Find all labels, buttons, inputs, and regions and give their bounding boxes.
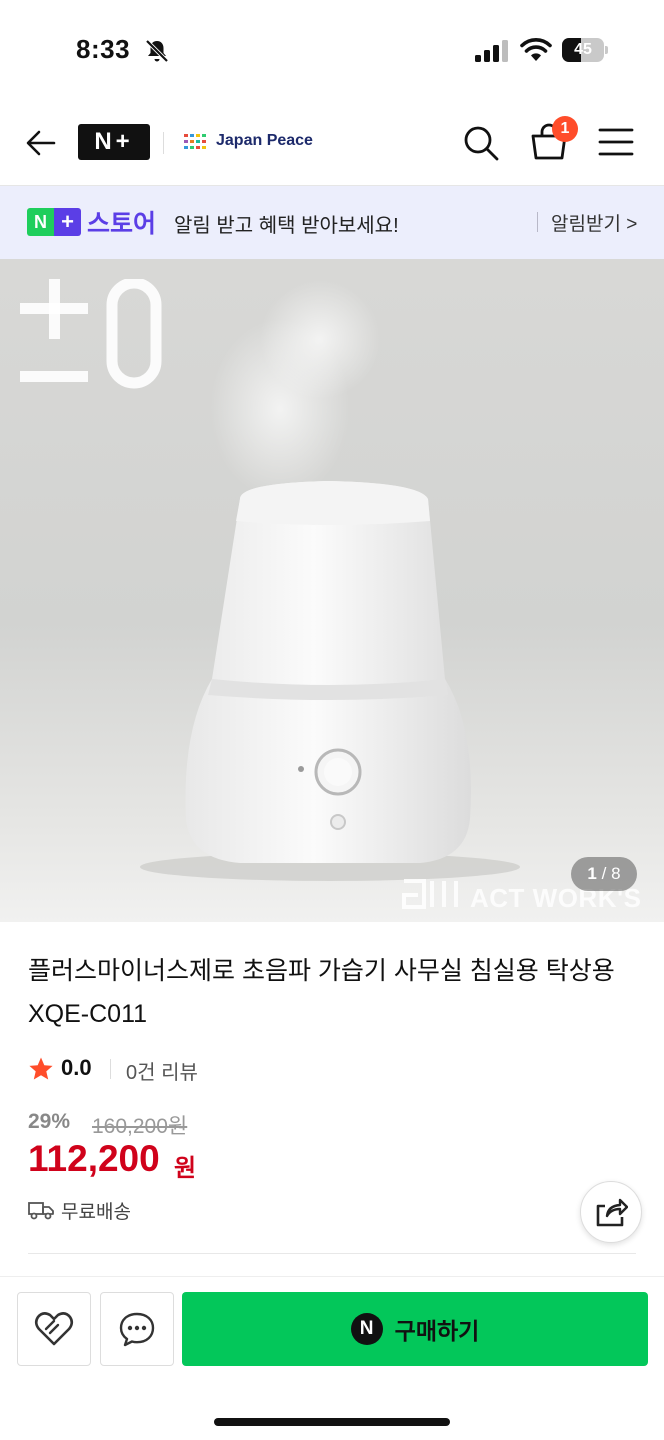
naver-pay-icon: N [350,1313,383,1345]
buy-now-label: 구매하기 [394,1318,480,1344]
menu-icon[interactable] [598,126,634,158]
product-title: 플러스마이너스제로 초음파 가습기 사무실 침실용 탁상용 XQE-C011 [28,957,615,1028]
product-image-gallery[interactable]: ACT WORK'S 1 / 8 [0,259,664,922]
chat-bubble-icon [119,1312,155,1347]
battery-indicator: 45 [562,38,608,62]
top-navigation: N+ Japan Peace 1 [0,100,664,186]
banner-divider [537,212,538,232]
notification-banner[interactable]: N + 스토어 알림 받고 혜택 받아보세요! 알림받기 > [0,186,664,259]
image-counter-total: 8 [611,864,621,883]
subscribe-alert-link[interactable]: 알림받기 > [551,209,637,236]
status-time: 8:33 [76,34,131,64]
heart-outline-icon [34,1312,74,1346]
shipping-info: 무료배송 [61,1202,131,1223]
sale-price: 112,200 [28,1138,160,1179]
share-button[interactable] [580,1181,642,1243]
bottom-action-bar: N 구매하기 [0,1276,664,1440]
banner-nplus-logo: N + [27,208,81,236]
status-bar: 8:33 45 [0,0,664,100]
cellular-signal-icon [475,40,508,62]
store-logo-icon [184,134,206,149]
header-divider [163,132,164,154]
share-icon [596,1198,628,1227]
search-icon[interactable] [462,124,500,162]
bell-muted-icon [145,39,169,63]
original-price: 160,200원 [92,1115,188,1138]
price-unit: 원 [174,1155,197,1182]
naver-plus-logo-text: N+ [94,128,134,155]
rating-value: 0.0 [61,1055,92,1080]
image-counter-separator: / [601,864,607,883]
banner-logo-n: N [27,208,54,236]
banner-store-label: 스토어 [87,210,157,238]
delivery-truck-icon [28,1202,54,1220]
wishlist-button[interactable] [17,1292,91,1366]
wifi-icon [520,38,552,61]
image-counter-current: 1 [587,864,597,883]
watermark-logo-icon [402,879,458,909]
back-arrow-icon[interactable] [24,126,58,160]
home-indicator[interactable] [214,1418,450,1426]
rating-divider [110,1059,111,1079]
brand-logo-mark [20,279,162,389]
cart-count-badge: 1 [552,116,578,142]
review-count-link[interactable]: 0건 리뷰 [126,1056,198,1085]
discount-rate: 29% [28,1110,71,1133]
store-name[interactable]: Japan Peace [216,132,313,150]
talk-talk-chat-button[interactable] [100,1292,174,1366]
star-icon [29,1057,53,1080]
battery-level: 45 [574,41,592,58]
image-counter: 1 / 8 [571,857,637,891]
section-divider [28,1253,636,1254]
naver-plus-logo[interactable]: N+ [78,124,150,160]
buy-now-button[interactable]: N 구매하기 [182,1292,648,1366]
banner-message: 알림 받고 혜택 받아보세요! [174,215,399,237]
banner-logo-plus: + [54,208,81,236]
